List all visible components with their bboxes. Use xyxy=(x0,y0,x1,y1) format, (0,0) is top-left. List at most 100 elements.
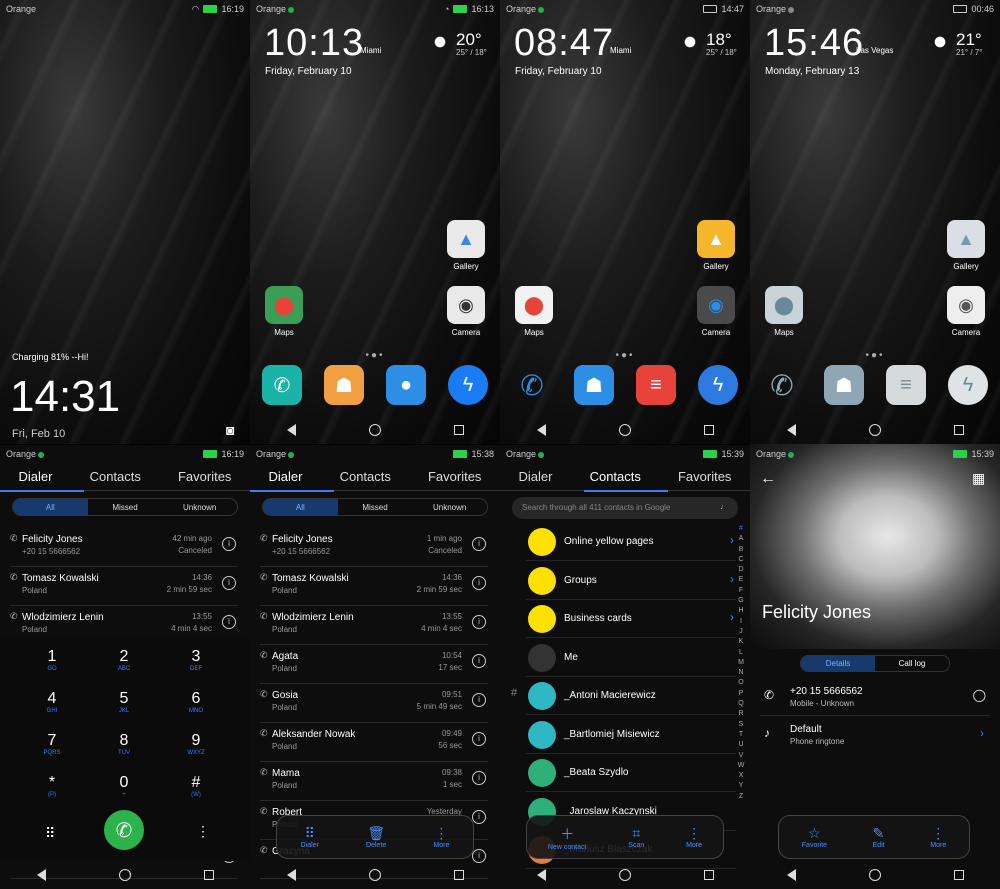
contact-row[interactable]: Groups › xyxy=(526,563,736,600)
index-letter[interactable]: C xyxy=(736,555,746,565)
contacts-search-input[interactable]: Search through all 411 contacts in Googl… xyxy=(512,497,738,519)
call-button[interactable]: ✆ xyxy=(104,810,144,850)
dialer-button[interactable]: ⠿ Dialer xyxy=(301,825,319,849)
keypad-icon[interactable]: ⠿ xyxy=(45,825,55,842)
info-icon[interactable]: i xyxy=(472,576,486,590)
scan-button[interactable]: ⌗ Scan xyxy=(628,825,644,849)
tab-favorites[interactable]: Favorites xyxy=(678,469,731,484)
home-button[interactable] xyxy=(618,424,631,436)
index-letter[interactable]: M xyxy=(736,658,746,668)
back-button[interactable] xyxy=(536,424,546,436)
maps-app[interactable]: ⬤ Maps xyxy=(762,286,806,337)
dial-key[interactable]: 9 WXYZ xyxy=(166,732,226,756)
call-log-row[interactable]: ✆ Tomasz Kowalski Poland 14:36 2 min 59 sec i xyxy=(10,567,238,606)
call-log-row[interactable]: ✆ Wlodzimierz Lenin Poland 13:55 4 min 4 sec… xyxy=(260,606,488,645)
maps-app[interactable]: ⬤ Maps xyxy=(262,286,306,337)
dial-key[interactable]: 6 MNO xyxy=(166,690,226,714)
index-letter[interactable]: A xyxy=(736,534,746,544)
recents-button[interactable] xyxy=(703,425,714,435)
messenger-icon[interactable]: ϟ xyxy=(448,365,488,405)
info-icon[interactable]: i xyxy=(472,654,486,668)
contact-row[interactable]: _Beata Szydlo xyxy=(526,755,736,792)
index-letter[interactable]: Y xyxy=(736,781,746,791)
filter-unknown[interactable]: Unknown xyxy=(162,499,237,515)
call-log-row[interactable]: ✆ Aleksander Nowak Poland 09:49 56 sec i xyxy=(260,723,488,762)
filter-missed[interactable]: Missed xyxy=(338,499,413,515)
call-log-row[interactable]: ✆ Felicity Jones +20 15 5666562 42 min ago C… xyxy=(10,528,238,567)
info-icon[interactable]: i xyxy=(472,810,486,824)
home-button[interactable] xyxy=(368,869,381,881)
info-icon[interactable]: i xyxy=(222,576,236,590)
edit-button[interactable]: ✎ Edit xyxy=(873,825,885,849)
recents-button[interactable] xyxy=(453,870,464,880)
qr-code-icon[interactable]: ▦ xyxy=(972,470,985,487)
favorite-button[interactable]: ☆ Favorite xyxy=(802,825,827,849)
tab-dialer[interactable]: Dialer xyxy=(269,469,303,484)
phone-icon[interactable]: ✆ xyxy=(262,365,302,405)
recents-button[interactable] xyxy=(453,425,464,435)
camera-app[interactable]: ◉ Camera xyxy=(944,286,988,337)
call-log-row[interactable]: ✆ Mama Poland 09:38 1 sec i xyxy=(260,762,488,801)
index-letter[interactable]: X xyxy=(736,771,746,781)
index-letter[interactable]: O xyxy=(736,678,746,688)
index-letter[interactable]: H xyxy=(736,606,746,616)
contacts-icon[interactable]: ☗ xyxy=(324,365,364,405)
new-contact-button[interactable]: ＋ New contact xyxy=(548,824,587,851)
call-log-row[interactable]: ✆ Tomasz Kowalski Poland 14:36 2 min 59 sec i xyxy=(260,567,488,606)
messages-icon[interactable]: ≡ xyxy=(886,365,926,405)
phone-icon[interactable]: ✆ xyxy=(512,365,552,405)
index-letter[interactable]: P xyxy=(736,689,746,699)
recents-button[interactable] xyxy=(703,870,714,880)
contacts-icon[interactable]: ☗ xyxy=(824,365,864,405)
dial-key[interactable]: 2 ABC xyxy=(94,648,154,672)
tab-contacts[interactable]: Contacts xyxy=(590,469,641,484)
filter-unknown[interactable]: Unknown xyxy=(412,499,487,515)
index-letter[interactable]: B xyxy=(736,545,746,555)
index-letter[interactable]: J xyxy=(736,627,746,637)
index-letter[interactable]: T xyxy=(736,730,746,740)
contact-row[interactable]: _Bartlomiej Misiewicz xyxy=(526,717,736,754)
dial-key[interactable]: 7 PQRS xyxy=(22,732,82,756)
back-button[interactable] xyxy=(36,869,46,881)
tab-details[interactable]: Details xyxy=(801,656,875,671)
index-letter[interactable]: V xyxy=(736,751,746,761)
dial-key[interactable]: 4 GHI xyxy=(22,690,82,714)
recents-button[interactable] xyxy=(953,870,964,880)
call-log-row[interactable]: ✆ Felicity Jones +20 15 5666562 1 min ago Ca… xyxy=(260,528,488,567)
ringtone-row[interactable]: ♪ Default Phone ringtone › xyxy=(760,724,990,754)
info-icon[interactable]: i xyxy=(472,615,486,629)
back-button[interactable] xyxy=(786,869,796,881)
index-letter[interactable]: U xyxy=(736,740,746,750)
messages-icon[interactable]: ● xyxy=(386,365,426,405)
call-log-row[interactable]: ✆ Agata Poland 10:54 17 sec i xyxy=(260,645,488,684)
tab-dialer[interactable]: Dialer xyxy=(19,469,53,484)
contact-row[interactable]: _Antoni Macierewicz xyxy=(526,678,736,715)
back-button[interactable] xyxy=(286,869,296,881)
gallery-app[interactable]: ▲ Gallery xyxy=(944,220,988,271)
phone-row[interactable]: ✆ +20 15 5666562 Mobile - Unknown ◯ xyxy=(760,686,990,716)
contacts-icon[interactable]: ☗ xyxy=(574,365,614,405)
more-button[interactable]: ⋮ More xyxy=(686,825,702,849)
index-letter[interactable]: K xyxy=(736,637,746,647)
dial-key[interactable]: 1 GO xyxy=(22,648,82,672)
index-letter[interactable]: S xyxy=(736,720,746,730)
tab-contacts[interactable]: Contacts xyxy=(340,469,391,484)
home-button[interactable] xyxy=(868,424,881,436)
index-letter[interactable]: W xyxy=(736,761,746,771)
info-icon[interactable]: i xyxy=(472,771,486,785)
tab-favorites[interactable]: Favorites xyxy=(178,469,231,484)
index-letter[interactable]: D xyxy=(736,565,746,575)
gallery-app[interactable]: ▲ Gallery xyxy=(444,220,488,271)
info-icon[interactable]: i xyxy=(472,537,486,551)
more-button[interactable]: ⋮ More xyxy=(433,825,449,849)
dial-key[interactable]: # (W) xyxy=(166,774,226,798)
home-button[interactable] xyxy=(618,869,631,881)
index-letter[interactable]: G xyxy=(736,596,746,606)
filter-all[interactable]: All xyxy=(263,499,338,515)
camera-icon[interactable]: ◙ xyxy=(226,422,234,438)
filter-missed[interactable]: Missed xyxy=(88,499,163,515)
info-icon[interactable]: i xyxy=(222,615,236,629)
gallery-app[interactable]: ▲ Gallery xyxy=(694,220,738,271)
info-icon[interactable]: i xyxy=(472,732,486,746)
index-letter[interactable]: Q xyxy=(736,699,746,709)
